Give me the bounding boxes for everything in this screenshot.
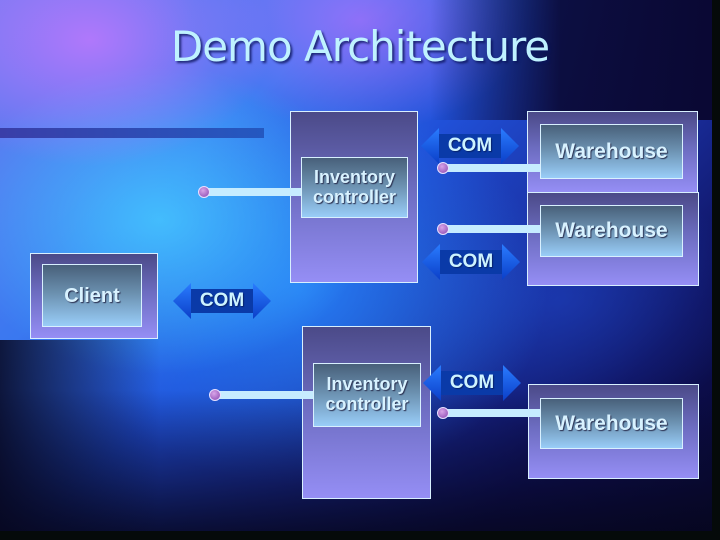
warehouse-box-3[interactable]: Warehouse bbox=[540, 398, 683, 449]
com-connector-client[interactable]: COM bbox=[173, 283, 271, 319]
title-underline-bar bbox=[0, 128, 264, 138]
lollipop-interface-icon bbox=[209, 389, 221, 401]
warehouse-label: Warehouse bbox=[555, 139, 668, 163]
lollipop-interface-icon bbox=[437, 223, 449, 235]
warehouse-box-2[interactable]: Warehouse bbox=[540, 205, 683, 257]
com-label: COM bbox=[447, 135, 493, 156]
slide-title: Demo Architecture bbox=[170, 22, 550, 71]
com-connector-3[interactable]: COM bbox=[423, 365, 521, 401]
controller-label-line1: Inventory bbox=[326, 374, 408, 395]
client-box[interactable]: Client bbox=[42, 264, 142, 327]
interface-line bbox=[447, 164, 541, 172]
controller-label-line1: Inventory bbox=[313, 166, 395, 187]
com-connector-1[interactable]: COM bbox=[421, 128, 519, 164]
lollipop-interface-icon bbox=[198, 186, 210, 198]
lollipop-interface-icon bbox=[437, 407, 449, 419]
background-shade bbox=[0, 340, 160, 540]
warehouse-label: Warehouse bbox=[555, 411, 668, 435]
com-label: COM bbox=[448, 251, 494, 272]
com-label: COM bbox=[199, 290, 245, 311]
client-label: Client bbox=[64, 284, 120, 307]
com-connector-2[interactable]: COM bbox=[422, 244, 520, 280]
interface-line bbox=[447, 225, 541, 233]
slide-edge bbox=[0, 531, 720, 540]
inventory-controller-bottom[interactable]: Inventory controller bbox=[313, 363, 421, 427]
warehouse-box-1[interactable]: Warehouse bbox=[540, 124, 683, 179]
interface-line bbox=[219, 391, 314, 399]
com-label: COM bbox=[449, 372, 495, 393]
inventory-controller-top[interactable]: Inventory controller bbox=[301, 157, 408, 218]
controller-label-line2: controller bbox=[312, 186, 396, 207]
warehouse-label: Warehouse bbox=[555, 219, 668, 243]
controller-label-line2: controller bbox=[325, 394, 409, 414]
interface-line bbox=[447, 409, 541, 417]
interface-line bbox=[208, 188, 302, 196]
slide-edge bbox=[712, 0, 720, 540]
